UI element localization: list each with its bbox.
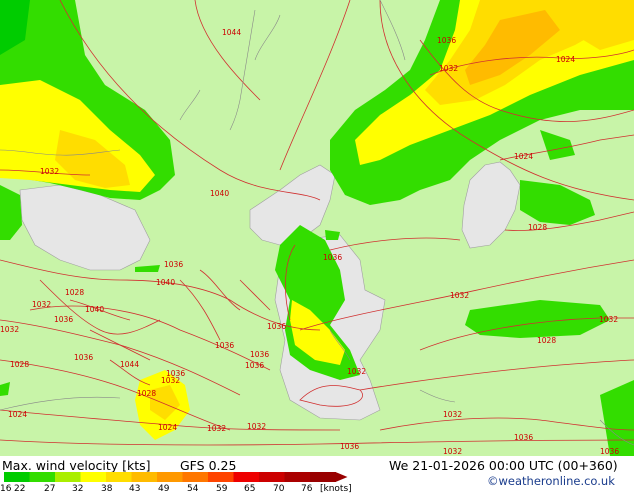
isobar-label: 1028 [528,223,547,232]
isobar-label: 1036 [250,350,269,359]
isobar-label: 1024 [8,410,27,419]
isobar-label: 1032 [0,325,19,334]
scale-segment [55,472,81,482]
scale-tick: 43 [129,484,141,494]
scale-tick: 70 [273,484,285,494]
scale-tick: 16 [0,484,12,494]
scale-segment [157,472,183,482]
isobar-label: 1032 [450,291,469,300]
isobar-label: 1032 [207,424,226,433]
isobar-label: 1032 [599,315,618,324]
scale-tick: 59 [216,484,228,494]
scale-tick: 65 [244,484,256,494]
isobar-label: 1028 [10,360,29,369]
isobar-label: 1032 [439,64,458,73]
scale-segment [259,472,285,482]
scale-segment [131,472,158,482]
scale-segment [29,472,56,482]
isobar-label: 1032 [443,410,462,419]
scale-segment [182,472,209,482]
isobar-label: 1032 [40,167,59,176]
scale-segment [284,472,311,482]
isobar-label: 1036 [74,353,93,362]
isobar-label: 1036 [267,322,286,331]
scale-tick: 54 [187,484,199,494]
isobar-label: 1028 [537,336,556,345]
scale-segment [80,472,107,482]
isobar-label: 1024 [158,423,177,432]
isobar-label: 1028 [137,389,156,398]
isobar-label: 1032 [161,376,180,385]
isobar-label: 1040 [210,189,229,198]
scale-segment [208,472,234,482]
isobar-label: 1036 [600,447,619,456]
isobar-label: 1036 [340,442,359,451]
scale-tick: 27 [44,484,56,494]
color-scale-bar [4,472,348,482]
isobar-label: 1044 [120,360,139,369]
footer-bar: Max. wind velocity [kts] GFS 0.25 We 21-… [0,456,634,490]
wind-velocity-map: 1044 1036 1032 1024 1032 1024 1040 1036 … [0,0,634,456]
scale-unit: [knots] [320,484,352,494]
isobar-label: 1032 [443,447,462,456]
isobar-label: 1036 [215,341,234,350]
credit-text: ©weatheronline.co.uk [487,474,615,488]
forecast-datetime: We 21-01-2026 00:00 UTC (00+360) [389,458,618,473]
scale-segment [106,472,132,482]
map-title: Max. wind velocity [kts] [2,458,151,473]
scale-tick: 38 [101,484,113,494]
isobar-label: 1032 [32,300,51,309]
isobar-label: 1032 [247,422,266,431]
isobar-label: 1036 [437,36,456,45]
isobar-label: 1036 [54,315,73,324]
scale-tick: 49 [158,484,170,494]
scale-tick: 22 [14,484,26,494]
isobar-label: 1024 [514,152,533,161]
scale-tick: 32 [72,484,84,494]
isobar-label: 1044 [222,28,241,37]
isobar-label: 1028 [65,288,84,297]
isobar-label: 1036 [514,433,533,442]
scale-tick: 76 [301,484,313,494]
isobar-label: 1036 [164,260,183,269]
isobar-label: 1032 [347,367,366,376]
isobar-label: 1040 [156,278,175,287]
isobar-label: 1040 [85,305,104,314]
scale-arrow [335,472,348,482]
scale-segment [233,472,260,482]
isobar-label: 1036 [323,253,342,262]
isobar-label: 1036 [245,361,264,370]
scale-segment [4,472,30,482]
model-name: GFS 0.25 [180,458,237,473]
scale-segment [310,472,336,482]
isobar-label: 1024 [556,55,575,64]
